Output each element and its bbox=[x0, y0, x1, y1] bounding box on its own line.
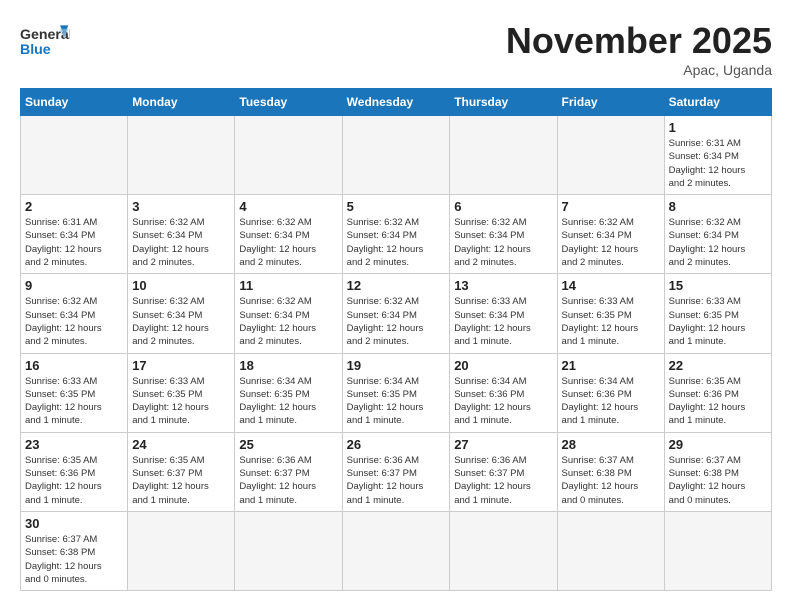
logo-svg: General Blue bbox=[20, 20, 70, 65]
header-tuesday: Tuesday bbox=[235, 89, 342, 116]
empty-cell bbox=[342, 511, 450, 590]
month-title: November 2025 bbox=[506, 20, 772, 62]
day-15: 15 Sunrise: 6:33 AMSunset: 6:35 PMDaylig… bbox=[664, 274, 771, 353]
empty-cell bbox=[128, 511, 235, 590]
day-23: 23 Sunrise: 6:35 AMSunset: 6:36 PMDaylig… bbox=[21, 432, 128, 511]
day-7: 7 Sunrise: 6:32 AMSunset: 6:34 PMDayligh… bbox=[557, 195, 664, 274]
header-friday: Friday bbox=[557, 89, 664, 116]
empty-cell bbox=[342, 116, 450, 195]
header-wednesday: Wednesday bbox=[342, 89, 450, 116]
calendar-row-4: 16 Sunrise: 6:33 AMSunset: 6:35 PMDaylig… bbox=[21, 353, 772, 432]
calendar-table: Sunday Monday Tuesday Wednesday Thursday… bbox=[20, 88, 772, 591]
empty-cell bbox=[450, 116, 557, 195]
day-22: 22 Sunrise: 6:35 AMSunset: 6:36 PMDaylig… bbox=[664, 353, 771, 432]
header-monday: Monday bbox=[128, 89, 235, 116]
weekday-header-row: Sunday Monday Tuesday Wednesday Thursday… bbox=[21, 89, 772, 116]
day-14: 14 Sunrise: 6:33 AMSunset: 6:35 PMDaylig… bbox=[557, 274, 664, 353]
calendar-row-6: 30 Sunrise: 6:37 AMSunset: 6:38 PMDaylig… bbox=[21, 511, 772, 590]
svg-text:Blue: Blue bbox=[20, 42, 51, 58]
calendar-row-5: 23 Sunrise: 6:35 AMSunset: 6:36 PMDaylig… bbox=[21, 432, 772, 511]
page-header: General Blue November 2025 Apac, Uganda bbox=[20, 20, 772, 78]
empty-cell bbox=[128, 116, 235, 195]
empty-cell bbox=[450, 511, 557, 590]
empty-cell bbox=[235, 511, 342, 590]
calendar-row-3: 9 Sunrise: 6:32 AMSunset: 6:34 PMDayligh… bbox=[21, 274, 772, 353]
header-sunday: Sunday bbox=[21, 89, 128, 116]
day-18: 18 Sunrise: 6:34 AMSunset: 6:35 PMDaylig… bbox=[235, 353, 342, 432]
day-24: 24 Sunrise: 6:35 AMSunset: 6:37 PMDaylig… bbox=[128, 432, 235, 511]
header-thursday: Thursday bbox=[450, 89, 557, 116]
day-26: 26 Sunrise: 6:36 AMSunset: 6:37 PMDaylig… bbox=[342, 432, 450, 511]
empty-cell bbox=[557, 511, 664, 590]
empty-cell bbox=[557, 116, 664, 195]
location: Apac, Uganda bbox=[506, 62, 772, 78]
header-saturday: Saturday bbox=[664, 89, 771, 116]
day-4: 4 Sunrise: 6:32 AMSunset: 6:34 PMDayligh… bbox=[235, 195, 342, 274]
logo: General Blue bbox=[20, 20, 70, 65]
day-2: 2 Sunrise: 6:31 AMSunset: 6:34 PMDayligh… bbox=[21, 195, 128, 274]
day-6: 6 Sunrise: 6:32 AMSunset: 6:34 PMDayligh… bbox=[450, 195, 557, 274]
day-21: 21 Sunrise: 6:34 AMSunset: 6:36 PMDaylig… bbox=[557, 353, 664, 432]
day-5: 5 Sunrise: 6:32 AMSunset: 6:34 PMDayligh… bbox=[342, 195, 450, 274]
day-10: 10 Sunrise: 6:32 AMSunset: 6:34 PMDaylig… bbox=[128, 274, 235, 353]
day-1: 1 Sunrise: 6:31 AMSunset: 6:34 PMDayligh… bbox=[664, 116, 771, 195]
day-3: 3 Sunrise: 6:32 AMSunset: 6:34 PMDayligh… bbox=[128, 195, 235, 274]
empty-cell bbox=[21, 116, 128, 195]
day-27: 27 Sunrise: 6:36 AMSunset: 6:37 PMDaylig… bbox=[450, 432, 557, 511]
day-8: 8 Sunrise: 6:32 AMSunset: 6:34 PMDayligh… bbox=[664, 195, 771, 274]
day-20: 20 Sunrise: 6:34 AMSunset: 6:36 PMDaylig… bbox=[450, 353, 557, 432]
day-28: 28 Sunrise: 6:37 AMSunset: 6:38 PMDaylig… bbox=[557, 432, 664, 511]
day-30: 30 Sunrise: 6:37 AMSunset: 6:38 PMDaylig… bbox=[21, 511, 128, 590]
title-block: November 2025 Apac, Uganda bbox=[506, 20, 772, 78]
day-25: 25 Sunrise: 6:36 AMSunset: 6:37 PMDaylig… bbox=[235, 432, 342, 511]
calendar-row-1: 1 Sunrise: 6:31 AMSunset: 6:34 PMDayligh… bbox=[21, 116, 772, 195]
day-1-info: Sunrise: 6:31 AMSunset: 6:34 PMDaylight:… bbox=[669, 137, 767, 190]
day-19: 19 Sunrise: 6:34 AMSunset: 6:35 PMDaylig… bbox=[342, 353, 450, 432]
day-12: 12 Sunrise: 6:32 AMSunset: 6:34 PMDaylig… bbox=[342, 274, 450, 353]
day-16: 16 Sunrise: 6:33 AMSunset: 6:35 PMDaylig… bbox=[21, 353, 128, 432]
day-29: 29 Sunrise: 6:37 AMSunset: 6:38 PMDaylig… bbox=[664, 432, 771, 511]
day-9: 9 Sunrise: 6:32 AMSunset: 6:34 PMDayligh… bbox=[21, 274, 128, 353]
day-13: 13 Sunrise: 6:33 AMSunset: 6:34 PMDaylig… bbox=[450, 274, 557, 353]
empty-cell bbox=[235, 116, 342, 195]
calendar-row-2: 2 Sunrise: 6:31 AMSunset: 6:34 PMDayligh… bbox=[21, 195, 772, 274]
day-11: 11 Sunrise: 6:32 AMSunset: 6:34 PMDaylig… bbox=[235, 274, 342, 353]
day-17: 17 Sunrise: 6:33 AMSunset: 6:35 PMDaylig… bbox=[128, 353, 235, 432]
empty-cell bbox=[664, 511, 771, 590]
